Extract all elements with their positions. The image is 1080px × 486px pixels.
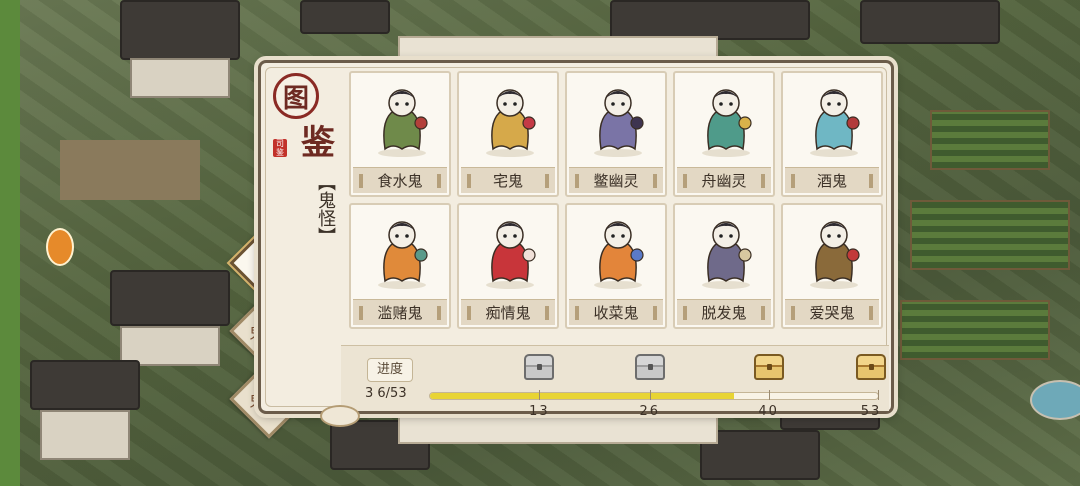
edge-strip (0, 0, 20, 486)
milestone-number: 40 (758, 404, 779, 419)
pond (1030, 380, 1080, 420)
ghost-card[interactable]: 酒鬼 (781, 71, 883, 197)
gold-chest-icon[interactable] (856, 354, 886, 380)
reward-milestone[interactable] (630, 346, 670, 380)
ghost-name: 宅鬼 (461, 167, 555, 193)
ghost-name: 脱发鬼 (677, 299, 771, 325)
roof (300, 0, 390, 34)
boat-ghost-icon (702, 89, 752, 157)
scroll-swirl-ornament (320, 405, 360, 427)
crop-field (930, 110, 1050, 170)
title-seal: 图 (273, 73, 319, 119)
milestone-tick (878, 390, 879, 400)
ghost-card[interactable]: 鳖幽灵 (565, 71, 667, 197)
milestone-tick (768, 390, 770, 400)
crop-field (900, 300, 1050, 360)
roof (700, 430, 820, 480)
milestone-number: 26 (639, 404, 661, 419)
ghost-card[interactable]: 痴情鬼 (457, 203, 559, 329)
ghost-card[interactable]: 滥赌鬼 (349, 203, 451, 329)
ghost-name: 食水鬼 (353, 167, 447, 193)
progress-label: 进度 (367, 358, 413, 382)
roof (30, 360, 140, 410)
milestone-number: 53 (860, 404, 882, 419)
house-ghost-icon (486, 89, 536, 157)
progress-bar (429, 392, 879, 400)
ghost-card[interactable]: 宅鬼 (457, 71, 559, 197)
milestone-tick (649, 390, 651, 400)
bestiary-panel: 图 鉴 司鉴 【鬼怪】 食水鬼 宅鬼 鳖幽灵 舟幽灵 酒鬼滥赌鬼 痴情鬼 收菜鬼 脱发鬼 爱哭鬼… (258, 60, 894, 419)
ghost-name: 鳖幽灵 (569, 167, 663, 193)
reward-milestone[interactable] (851, 346, 891, 380)
silver-chest-icon[interactable] (634, 354, 665, 380)
food-water-ghost-icon (378, 89, 428, 157)
roof (860, 0, 1000, 44)
red-stamp: 司鉴 (273, 139, 287, 157)
progress-count: 3 6/53 (365, 386, 407, 401)
wall (40, 410, 130, 460)
harvest-ghost-icon (594, 221, 644, 289)
title-main: 鉴 (301, 123, 335, 163)
crop-field (910, 200, 1070, 270)
ghost-name: 收菜鬼 (569, 299, 663, 325)
roof (120, 0, 240, 60)
turtle-ghost-icon (594, 89, 644, 157)
progress-bar-fill (430, 393, 735, 399)
ghost-card-grid: 食水鬼 宅鬼 鳖幽灵 舟幽灵 酒鬼滥赌鬼 痴情鬼 收菜鬼 脱发鬼 爱哭鬼 (349, 71, 885, 337)
reward-milestone[interactable] (749, 346, 789, 380)
ghost-name: 酒鬼 (785, 167, 879, 193)
ghost-card[interactable]: 食水鬼 (349, 71, 451, 197)
ghost-card[interactable]: 爱哭鬼 (781, 203, 883, 329)
ghost-card[interactable]: 脱发鬼 (673, 203, 775, 329)
bald-ghost-icon (702, 221, 752, 289)
lovesick-ghost-icon (486, 221, 536, 289)
category-label: 【鬼怪】 (315, 173, 336, 245)
crybaby-ghost-icon (810, 221, 860, 289)
ghost-card[interactable]: 舟幽灵 (673, 71, 775, 197)
gambler-ghost-icon (378, 221, 428, 289)
roof (610, 0, 810, 40)
dirt-path (60, 140, 200, 200)
ghost-card[interactable]: 收菜鬼 (565, 203, 667, 329)
progress-section: 进度 3 6/53 13 26 40 53 (341, 345, 891, 419)
drunk-ghost-icon (810, 89, 860, 157)
coin-icon[interactable] (46, 228, 74, 266)
gold-chest-icon[interactable] (753, 354, 784, 380)
roof (110, 270, 230, 326)
ghost-name: 爱哭鬼 (785, 299, 879, 325)
wall (130, 58, 230, 98)
ghost-name: 舟幽灵 (677, 167, 771, 193)
ghost-name: 痴情鬼 (461, 299, 555, 325)
milestone-tick (539, 390, 541, 400)
reward-milestone[interactable] (519, 346, 559, 380)
milestone-number: 13 (529, 404, 550, 419)
ghost-name: 滥赌鬼 (353, 299, 447, 325)
silver-chest-icon[interactable] (524, 354, 555, 380)
